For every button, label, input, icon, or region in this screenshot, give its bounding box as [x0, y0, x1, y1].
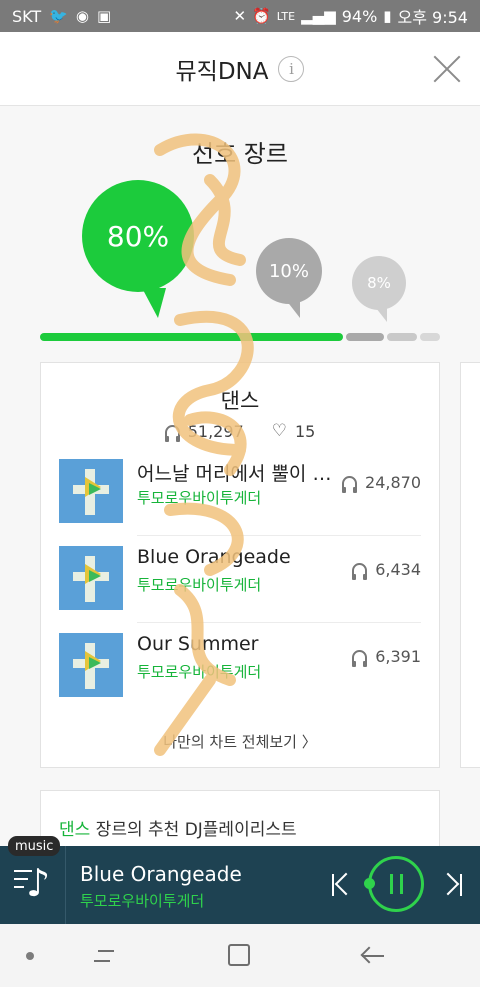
headphone-icon: [352, 563, 368, 580]
genre-bubble-tertiary: 8%: [352, 256, 406, 322]
headphone-icon: [164, 424, 180, 442]
genre-progress-bar: [40, 333, 440, 341]
track-plays: 6,434: [352, 560, 421, 580]
genre-bubble-primary: 80%: [82, 180, 194, 318]
album-art[interactable]: [59, 546, 123, 610]
music-note-icon: ♪: [26, 861, 51, 905]
clock: 오후 9:54: [397, 8, 468, 27]
track-title: Blue Orangeade: [137, 546, 291, 568]
lte-label: LTE: [276, 9, 296, 23]
pause-icon: [390, 874, 393, 894]
headphone-icon: [342, 476, 358, 493]
genre-percent: 80%: [106, 219, 170, 253]
battery-percent: 94%: [341, 6, 378, 26]
system-nav-bar: [0, 924, 480, 987]
track-plays: 24,870: [342, 473, 421, 493]
genre-percent: 10%: [268, 260, 309, 282]
player-track-artist[interactable]: 투모로우바이투게더: [80, 890, 204, 911]
section-title: 선호 장르: [192, 140, 288, 168]
next-track-icon[interactable]: [436, 870, 466, 900]
alarm-icon: ⏰: [252, 6, 271, 25]
progress-segment: [40, 333, 343, 341]
progress-segment: [387, 333, 417, 341]
page-title: 뮤직DNA: [175, 59, 269, 85]
alert-icon: ▣: [96, 6, 112, 25]
previous-track-icon[interactable]: [328, 870, 358, 900]
genre-percent: 8%: [367, 274, 391, 292]
track-title: 어느날 머리에서 뿔이 자랐다: [137, 463, 337, 485]
back-icon[interactable]: [360, 946, 386, 966]
mute-icon: ✕: [233, 6, 247, 25]
heart-icon[interactable]: ♡: [272, 421, 287, 441]
genre-stats: 51,297 ♡ 15: [41, 421, 439, 442]
home-icon[interactable]: [228, 944, 250, 966]
dj-genre-label: 댄스: [59, 820, 91, 840]
header: 뮤직DNA i: [0, 32, 480, 106]
dj-playlist-section[interactable]: 댄스 장르의 추천 DJ플레이리스트: [40, 790, 440, 850]
dj-section-text: 장르의 추천 DJ플레이리스트: [90, 820, 297, 840]
view-all-link[interactable]: 나만의 차트 전체보기 〉: [41, 731, 439, 752]
track-artist[interactable]: 투모로우바이투게더: [137, 661, 261, 682]
track-row[interactable]: Our Summer 투모로우바이투게더 6,391: [59, 623, 421, 709]
playlist-button[interactable]: ♪: [0, 846, 66, 924]
info-icon[interactable]: i: [278, 56, 305, 82]
like-count: 15: [294, 421, 316, 441]
battery-icon: ▮: [383, 6, 392, 25]
twitter-icon: 🐦: [49, 6, 68, 25]
play-count: 24,870: [365, 473, 421, 492]
pause-button[interactable]: [364, 856, 424, 912]
status-bar: SKT 🐦 ◉ ▣ ✕ ⏰ LTE ▂▄▆ 94% ▮ 오후 9:54: [0, 0, 480, 32]
track-artist[interactable]: 투모로우바이투게더: [137, 574, 261, 595]
album-art[interactable]: [59, 459, 123, 523]
play-count: 6,391: [375, 647, 421, 666]
carrier-label: SKT: [12, 6, 42, 26]
genre-bubble-secondary: 10%: [256, 238, 322, 318]
recent-apps-icon[interactable]: [92, 946, 116, 966]
genre-name: 댄스: [220, 389, 260, 413]
close-icon[interactable]: [432, 54, 462, 84]
music-badge: music: [8, 836, 61, 856]
progress-segment: [420, 333, 440, 341]
track-plays: 6,391: [352, 647, 421, 667]
mini-player[interactable]: Blue Orangeade 투모로우바이투게더: [0, 846, 480, 924]
signal-icon: ▂▄▆: [301, 6, 336, 25]
genre-card[interactable]: 댄스 51,297 ♡ 15 어느날 머리에서 뿔이 자랐다 투모로우바이투게더…: [40, 362, 440, 768]
headphone-icon: [352, 650, 368, 667]
listen-count: 51,297: [187, 421, 244, 441]
player-track-title[interactable]: Blue Orangeade: [80, 862, 242, 886]
next-genre-card[interactable]: [460, 362, 480, 768]
progress-segment: [346, 333, 384, 341]
nav-dot-icon[interactable]: [26, 952, 34, 960]
album-art[interactable]: [59, 633, 123, 697]
track-title: Our Summer: [137, 633, 259, 655]
track-row[interactable]: 어느날 머리에서 뿔이 자랐다 투모로우바이투게더 24,870: [59, 449, 421, 535]
notification-icon: ◉: [75, 6, 89, 25]
progress-dot[interactable]: [364, 878, 375, 889]
track-artist[interactable]: 투모로우바이투게더: [137, 487, 261, 508]
play-count: 6,434: [375, 560, 421, 579]
track-row[interactable]: Blue Orangeade 투모로우바이투게더 6,434: [59, 536, 421, 622]
genre-section: 선호 장르 80% 10% 8% 댄스 51,297 ♡ 15 어느날 머리에서…: [0, 106, 480, 850]
